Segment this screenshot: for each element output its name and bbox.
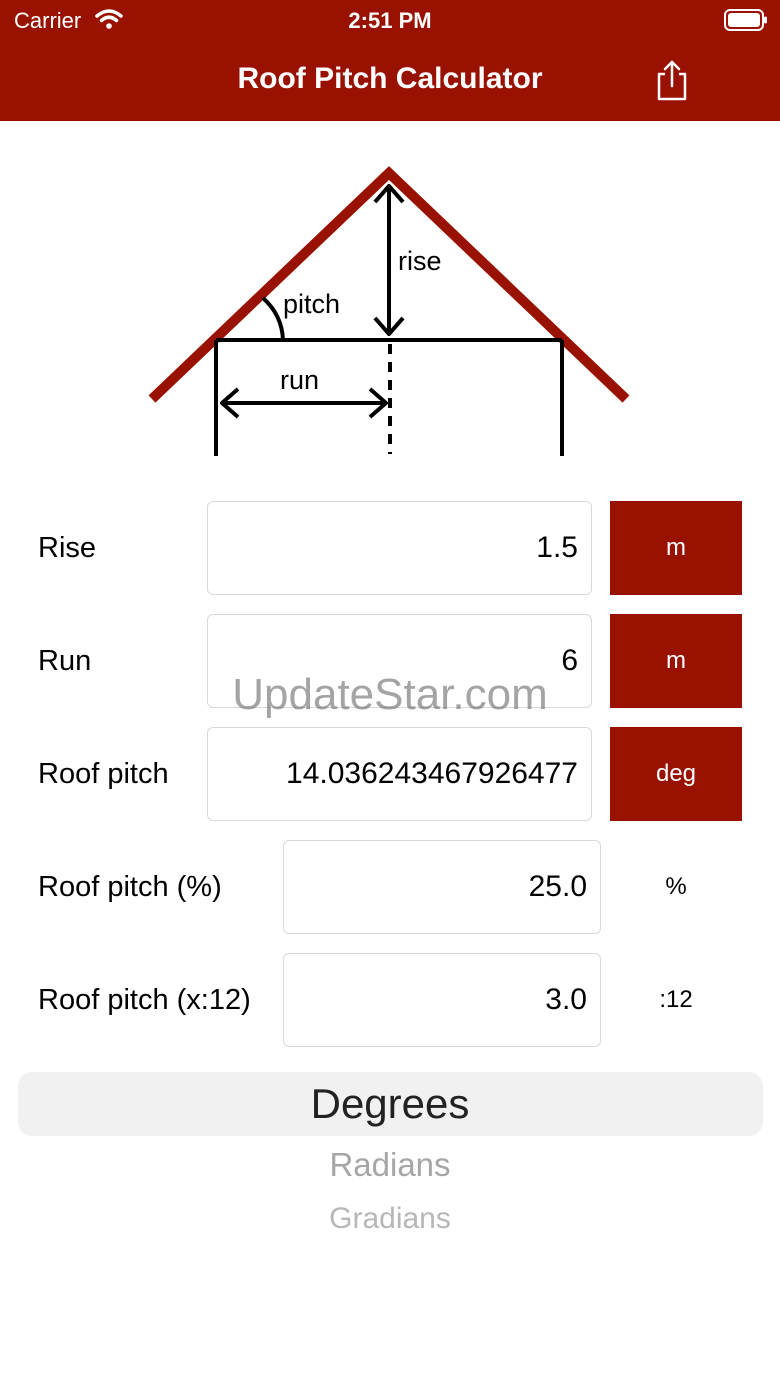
rise-label-text: Rise	[38, 532, 97, 564]
status-time: 2:51 PM	[348, 8, 432, 33]
picker-item-gradians[interactable]: Gradians	[0, 1202, 780, 1236]
picker-item-radians[interactable]: Radians	[0, 1146, 780, 1184]
picker-item-degrees[interactable]: Degrees	[0, 1080, 780, 1128]
roof-pitch-percent-input[interactable]: 25.0	[283, 840, 601, 934]
battery-icon	[724, 9, 767, 31]
share-icon	[657, 60, 687, 101]
roof-pitch-percent-label-text: Roof pitch (%)	[38, 871, 222, 903]
roof-pitch-x12-input[interactable]: 3.0	[283, 953, 601, 1047]
roof-pitch-unit-button[interactable]: deg	[610, 727, 742, 821]
roof-pitch-x12-label-text: Roof pitch (x:12)	[38, 984, 251, 1016]
navigation-bar: Carrier 2:51 PM Roof Pitch Calculator	[0, 0, 780, 121]
roof-pitch-x12-unit: :12	[659, 986, 693, 1013]
run-label: run	[280, 365, 319, 395]
run-label-text: Run	[38, 645, 92, 677]
roof-pitch-input[interactable]: 14.036243467926477	[207, 727, 592, 821]
rise-unit-button[interactable]: m	[610, 501, 742, 595]
rise-input[interactable]: 1.5	[207, 501, 592, 595]
roof-diagram: rise pitch run	[148, 166, 630, 456]
pitch-label: pitch	[283, 289, 340, 319]
roof-pitch-percent-unit: %	[665, 873, 687, 900]
share-button[interactable]	[652, 58, 692, 102]
run-unit-button[interactable]: m	[610, 614, 742, 708]
run-input[interactable]: 6	[207, 614, 592, 708]
rise-label: rise	[398, 246, 442, 276]
pitch-angle-arc	[261, 296, 285, 341]
roof-pitch-label-text: Roof pitch	[38, 758, 169, 790]
